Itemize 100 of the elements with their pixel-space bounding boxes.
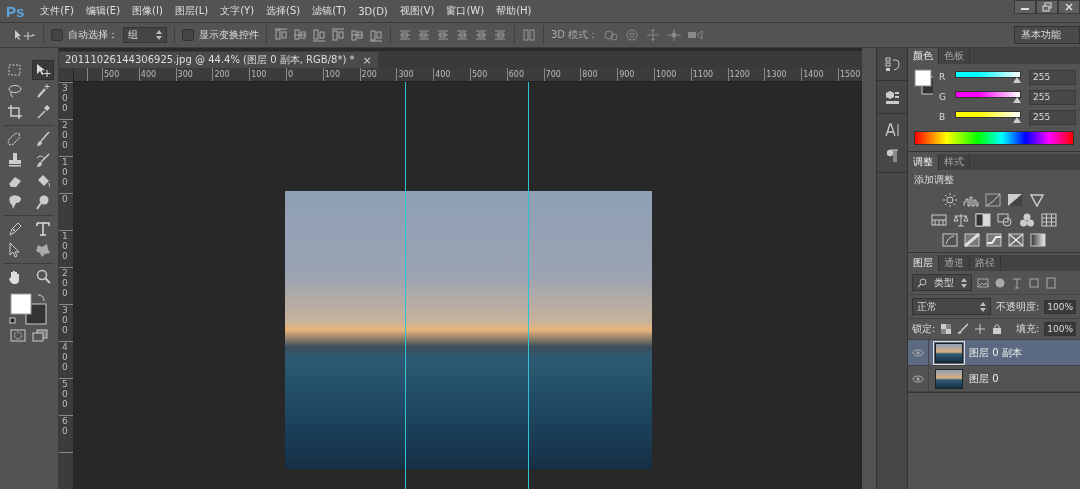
channel-value-field[interactable]: 255 (1029, 69, 1076, 85)
invert-icon[interactable] (942, 233, 958, 247)
menu-item[interactable]: 编辑(E) (79, 4, 127, 18)
hue-saturation-icon[interactable] (931, 213, 947, 227)
channel-slider[interactable] (955, 71, 1021, 83)
panel-tab[interactable]: 通道 (939, 255, 970, 271)
menu-item[interactable]: 选择(S) (260, 4, 307, 18)
close-button[interactable] (1058, 0, 1080, 14)
checkbox[interactable] (182, 29, 194, 41)
foreground-background-color-icon[interactable] (8, 292, 50, 328)
restore-button[interactable] (1036, 0, 1058, 14)
auto-align-icon[interactable] (522, 28, 536, 42)
move-tool-button[interactable] (32, 60, 54, 80)
paragraph-icon[interactable] (884, 148, 900, 164)
levels-icon[interactable] (963, 193, 979, 207)
panel-tab[interactable]: 样式 (939, 154, 970, 170)
move-tool-icon[interactable] (12, 28, 36, 42)
menu-item[interactable]: 帮助(H) (490, 4, 538, 18)
layer-filter-dropdown[interactable]: 类型 (912, 274, 972, 291)
channel-value-field[interactable]: 255 (1029, 109, 1076, 125)
minimize-button[interactable] (1014, 0, 1036, 14)
half-filled-square-icon[interactable] (975, 213, 991, 227)
menu-item[interactable]: 图层(L) (168, 4, 215, 18)
panel-tab[interactable]: 颜色 (908, 48, 939, 64)
auto-select-dropdown[interactable]: 组 (123, 27, 167, 43)
distribute-icon[interactable] (436, 28, 450, 42)
distribute-icon[interactable] (474, 28, 488, 42)
gradient-map-icon[interactable] (1030, 233, 1046, 247)
panel-tab[interactable]: 路径 (970, 255, 1001, 271)
photo-filter-icon[interactable] (997, 213, 1013, 227)
opacity-field[interactable]: 100% (1044, 299, 1076, 314)
channel-value-field[interactable]: 255 (1029, 89, 1076, 105)
3d-tool-icon[interactable] (603, 28, 620, 42)
distribute-icon[interactable] (417, 28, 431, 42)
shape-filter-icon[interactable] (1028, 276, 1040, 289)
menu-item[interactable]: 3D(D) (352, 5, 394, 17)
lock-transparent-icon[interactable] (940, 323, 953, 335)
image-filter-icon[interactable] (977, 276, 989, 289)
curves-icon[interactable] (985, 193, 1001, 207)
adjustment-filter-icon[interactable] (994, 276, 1006, 289)
distribute-icon[interactable] (455, 28, 469, 42)
workspace-dropdown[interactable]: 基本功能 (1014, 26, 1080, 44)
character-icon[interactable] (884, 122, 900, 138)
ruler-label: 1400 (802, 69, 825, 81)
balance-scale-icon[interactable] (953, 213, 969, 227)
layer-row[interactable]: 图层 0 副本 (908, 340, 1080, 366)
align-icon[interactable] (350, 28, 364, 42)
slider-thumb[interactable] (1013, 77, 1021, 83)
align-icon[interactable] (331, 28, 345, 42)
smart-object-filter-icon[interactable] (1045, 276, 1057, 289)
layer-row[interactable]: 图层 0 (908, 366, 1080, 392)
triangle-icon[interactable] (1029, 193, 1045, 207)
brush-icon[interactable] (957, 323, 970, 335)
posterize-icon[interactable] (964, 233, 980, 247)
panel-tab[interactable]: 调整 (908, 154, 939, 170)
channel-mixer-icon[interactable] (1019, 213, 1035, 227)
type-filter-icon[interactable] (1011, 276, 1023, 289)
distribute-icon[interactable] (493, 28, 507, 42)
screen-mode-icon[interactable] (32, 329, 48, 343)
blend-mode-dropdown[interactable]: 正常 (912, 298, 991, 315)
fill-field[interactable]: 100% (1044, 322, 1076, 336)
selective-color-icon[interactable] (1008, 233, 1024, 247)
color-spectrum[interactable] (914, 131, 1074, 145)
properties-icon[interactable] (884, 89, 900, 105)
dashed-rectangle-icon (7, 62, 23, 78)
color-swatches-icon[interactable] (914, 69, 933, 95)
align-icon[interactable] (274, 28, 288, 42)
slider-thumb[interactable] (1013, 117, 1021, 123)
panel-tab[interactable]: 图层 (908, 255, 939, 271)
align-icon[interactable] (369, 28, 383, 42)
menu-item[interactable]: 文件(F) (34, 4, 80, 18)
align-icon[interactable] (312, 28, 326, 42)
exposure-icon[interactable] (1007, 193, 1023, 207)
checkbox[interactable] (51, 29, 63, 41)
channel-slider[interactable] (955, 91, 1021, 103)
menu-item[interactable]: 滤镜(T) (306, 4, 353, 18)
grid-icon[interactable] (1041, 213, 1057, 227)
menu-item[interactable]: 文字(Y) (214, 4, 261, 18)
ruler-label: 300 (62, 306, 68, 337)
menu-item[interactable]: 视图(V) (393, 4, 441, 18)
panel-tab[interactable]: 色板 (939, 48, 970, 64)
threshold-icon[interactable] (986, 233, 1002, 247)
channel-slider[interactable] (955, 111, 1021, 123)
stamp-icon (7, 152, 23, 168)
align-icon[interactable] (293, 28, 307, 42)
brightness-icon[interactable] (943, 193, 957, 207)
quick-mask-icon[interactable] (10, 329, 26, 343)
close-tab-button[interactable]: × (362, 53, 372, 67)
history-icon[interactable] (884, 56, 900, 72)
slider-thumb[interactable] (1013, 97, 1021, 103)
lock-icon[interactable] (991, 323, 1004, 335)
menu-item[interactable]: 图像(I) (126, 4, 169, 18)
menu-item[interactable]: 窗口(W) (440, 4, 491, 18)
move-icon[interactable] (974, 323, 987, 335)
document-tab[interactable]: 20111026144306925.jpg @ 44.4% (图层 0 副本, RGB/8*) * × (59, 52, 378, 68)
distribute-icon[interactable] (398, 28, 412, 42)
visibility-eye-icon[interactable] (912, 347, 924, 358)
visibility-eye-icon[interactable] (912, 373, 924, 384)
3d-tool-icon[interactable] (687, 28, 704, 42)
3d-tool-icon[interactable] (666, 28, 683, 42)
